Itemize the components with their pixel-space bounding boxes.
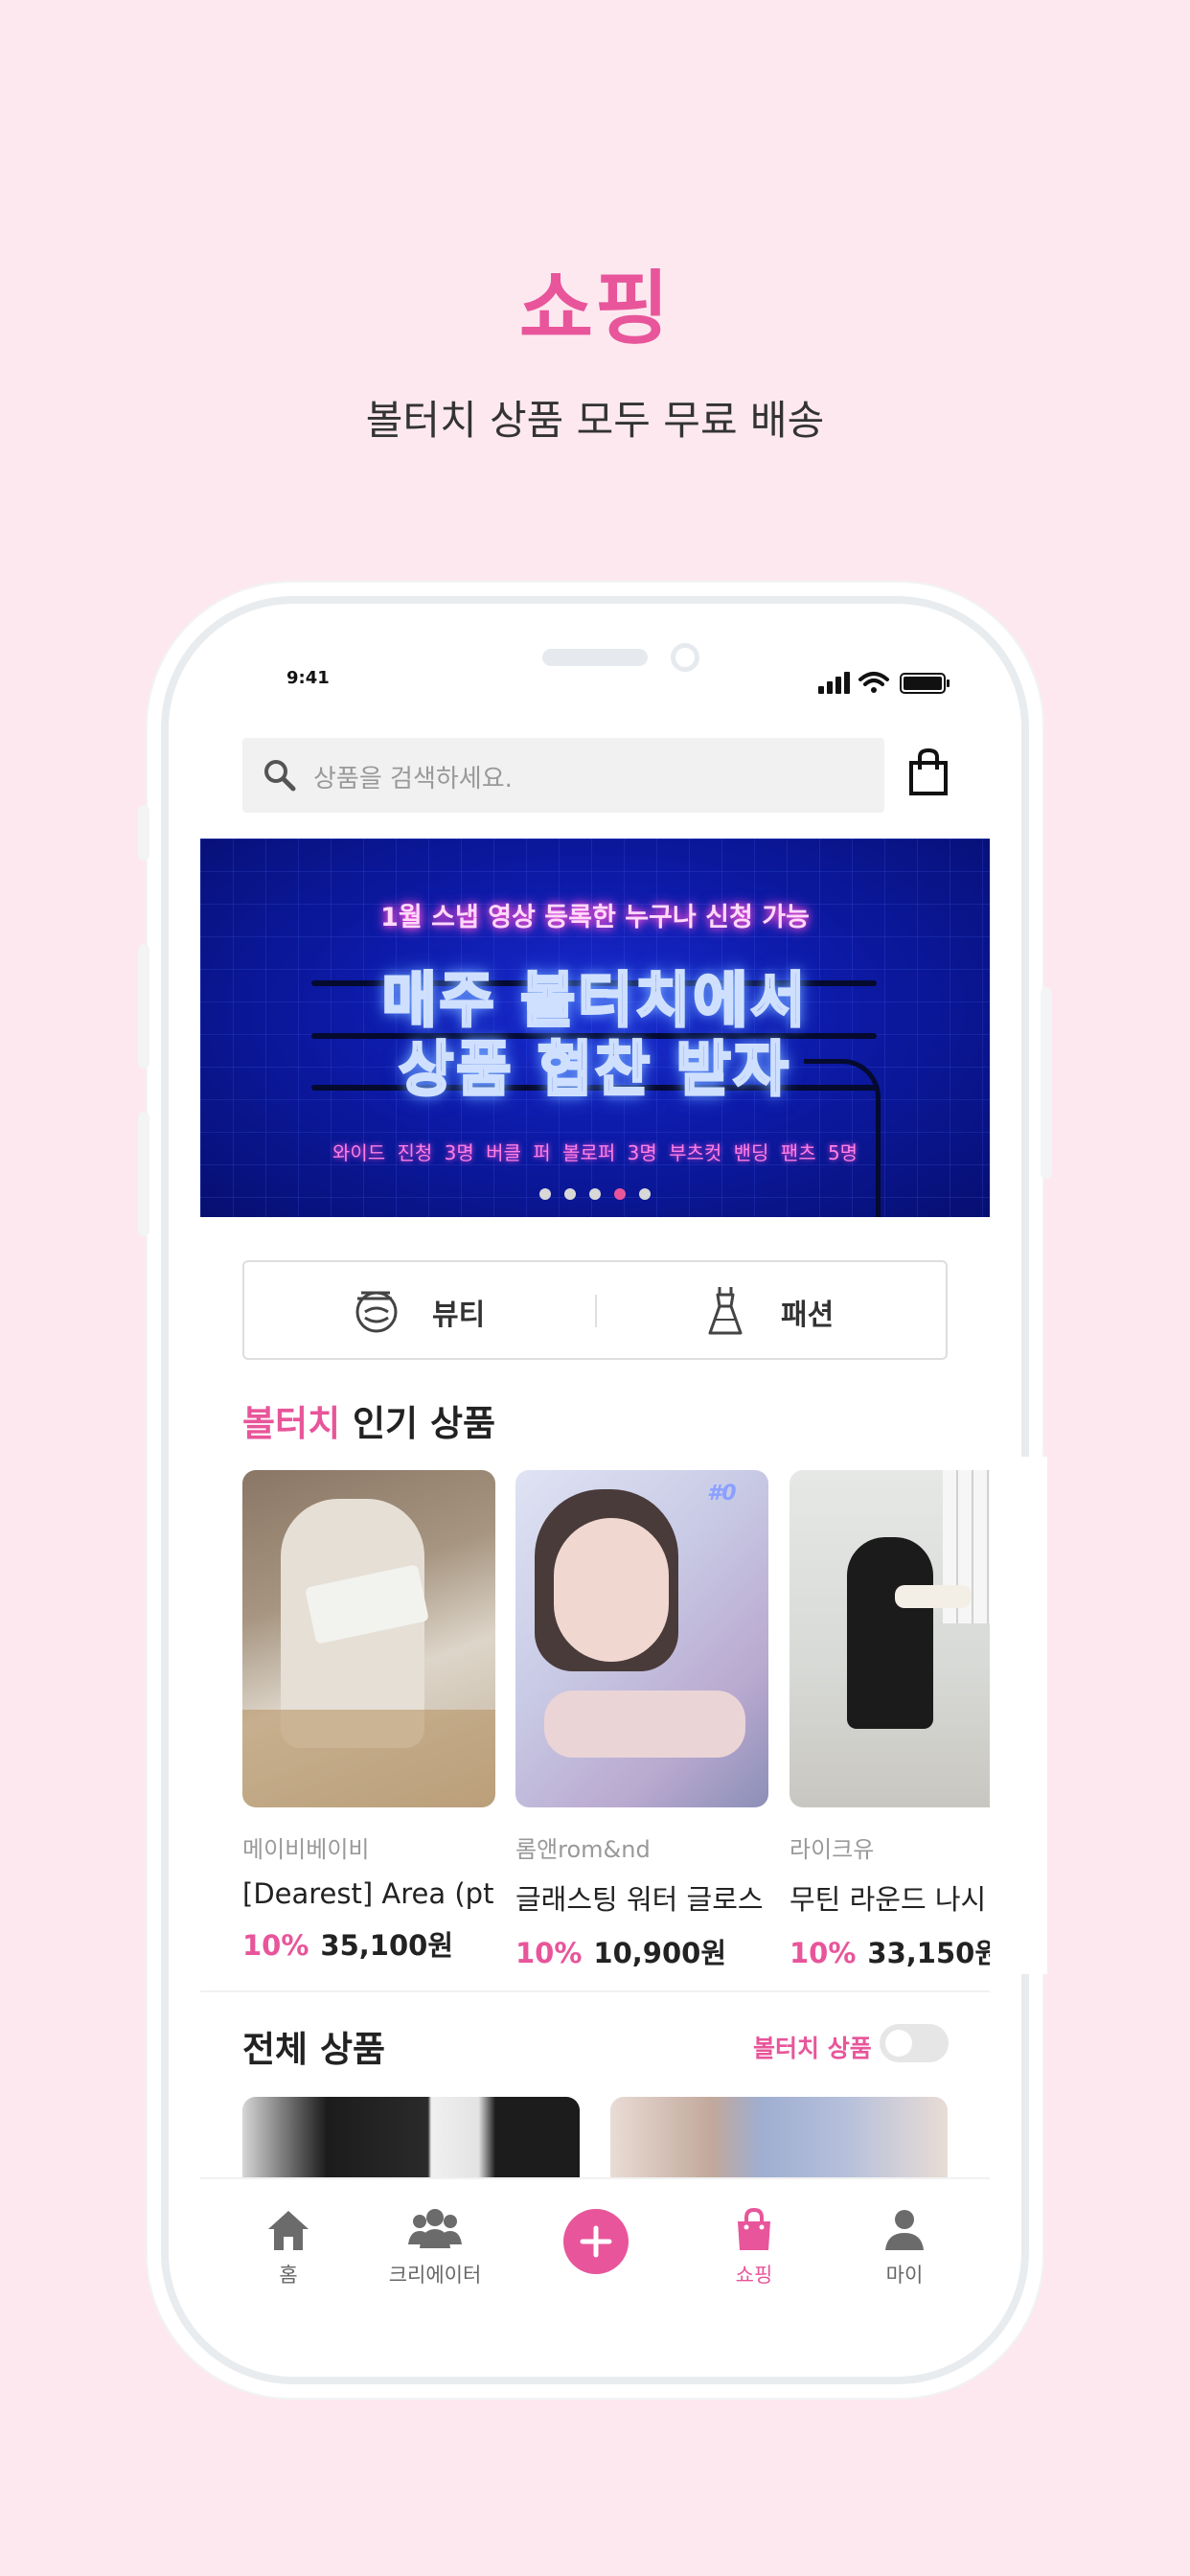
product-price-value: 10,900원 xyxy=(593,1937,727,1969)
product-image-shape xyxy=(895,1585,972,1608)
phone-side-button xyxy=(138,944,149,1069)
search-placeholder: 상품을 검색하세요. xyxy=(313,765,513,794)
phone-camera xyxy=(671,643,699,672)
phone-speaker xyxy=(542,649,648,666)
product-name: [Dearest] Area (pt) xyxy=(242,1877,495,1910)
product-discount: 10% xyxy=(790,1937,857,1969)
banner-headline-2: 상품 협찬 받자 xyxy=(398,1033,791,1106)
banner-pagination xyxy=(200,1185,990,1204)
product-image-shape xyxy=(242,1710,495,1807)
category-fashion[interactable]: 패션 xyxy=(597,1262,948,1358)
carousel-clip xyxy=(990,1457,1047,1974)
product-image: #0 xyxy=(515,1470,768,1807)
tab-my[interactable]: 마이 xyxy=(826,2179,983,2302)
signal-icon xyxy=(818,672,850,694)
search-icon xyxy=(264,760,296,792)
product-price-value: 35,100원 xyxy=(320,1929,454,1962)
beauty-icon xyxy=(355,1291,398,1333)
product-brand: 롬앤rom&nd xyxy=(515,1836,651,1863)
category-selector: 뷰티 패션 xyxy=(242,1260,948,1360)
banner-page-dot[interactable] xyxy=(639,1188,651,1200)
creators-icon xyxy=(408,2209,462,2248)
tab-label: 마이 xyxy=(885,2264,924,2287)
category-beauty-label: 뷰티 xyxy=(432,1299,486,1332)
banner-top-text: 1월 스냅 영상 등록한 누구나 신청 가능 xyxy=(380,903,810,932)
promo-subtitle: 볼터치 상품 모두 무료 배송 xyxy=(365,397,825,444)
toggle-label: 볼터치 상품 xyxy=(753,2035,872,2062)
profile-icon xyxy=(885,2210,924,2250)
add-button[interactable] xyxy=(563,2209,629,2274)
promo-banner[interactable]: 1월 스냅 영상 등록한 누구나 신청 가능 매주 볼터치에서 상품 협찬 받자… xyxy=(200,839,990,1217)
product-price-value: 33,150원 xyxy=(867,1937,1001,1969)
banner-page-dot[interactable] xyxy=(539,1188,551,1200)
tab-shopping[interactable]: 쇼핑 xyxy=(675,2179,833,2302)
product-image-shape xyxy=(544,1690,745,1758)
promo-title: 쇼핑 xyxy=(518,262,672,356)
section-divider xyxy=(200,1990,990,1992)
search-input[interactable]: 상품을 검색하세요. xyxy=(242,738,884,813)
product-image-shape: #0 xyxy=(707,1482,737,1506)
tab-label: 크리에이터 xyxy=(388,2264,482,2287)
phone-side-button xyxy=(1041,987,1052,1179)
product-image xyxy=(242,1470,495,1807)
home-icon xyxy=(268,2211,309,2250)
product-price: 10% 35,100원 xyxy=(242,1923,495,1964)
product-image-shape xyxy=(554,1518,669,1662)
dress-icon xyxy=(708,1287,743,1335)
product-card[interactable]: #0 롬앤rom&nd 글래스팅 워터 글로스 10% 10,900원 xyxy=(515,1470,768,1971)
product-card[interactable]: 메이비베이비 [Dearest] Area (pt) 10% 35,100원 xyxy=(242,1470,495,1964)
banner-page-dot[interactable] xyxy=(564,1188,576,1200)
product-card[interactable] xyxy=(610,2097,948,2177)
phone-side-button xyxy=(138,1112,149,1236)
product-price: 10% 10,900원 xyxy=(515,1931,768,1971)
phone-side-button xyxy=(138,805,149,861)
status-time: 9:41 xyxy=(286,668,330,688)
product-brand: 메이비베이비 xyxy=(242,1836,370,1863)
battery-icon xyxy=(900,673,950,694)
product-discount: 10% xyxy=(242,1929,309,1962)
toggle-knob xyxy=(885,2030,912,2057)
wifi-icon xyxy=(858,672,889,693)
status-icons xyxy=(814,669,960,696)
banner-page-dot[interactable] xyxy=(589,1188,601,1200)
popular-title-accent: 볼터치 xyxy=(242,1403,341,1444)
all-products-title: 전체 상품 xyxy=(242,2029,386,2070)
popular-section-title: 볼터치 인기 상품 xyxy=(242,1394,495,1446)
tab-label: 홈 xyxy=(279,2264,298,2287)
tab-label: 쇼핑 xyxy=(735,2264,773,2287)
category-beauty[interactable]: 뷰티 xyxy=(244,1262,595,1358)
product-name: 글래스팅 워터 글로스 xyxy=(515,1883,764,1916)
plus-icon xyxy=(580,2225,612,2258)
cart-bag-icon[interactable] xyxy=(905,748,951,797)
product-image-shape xyxy=(847,1537,933,1729)
bolltouch-filter-toggle[interactable] xyxy=(880,2024,949,2062)
tab-home[interactable]: 홈 xyxy=(210,2179,367,2302)
popular-title-rest: 인기 상품 xyxy=(340,1403,496,1444)
tab-creators[interactable]: 크리에이터 xyxy=(356,2179,514,2302)
banner-bottom-text: 와이드 진청 3명 버클 퍼 볼로퍼 3명 부츠컷 밴딩 팬츠 5명 xyxy=(332,1141,858,1164)
shopping-bag-icon xyxy=(738,2207,770,2250)
category-fashion-label: 패션 xyxy=(781,1299,835,1332)
banner-page-dot[interactable] xyxy=(614,1188,626,1200)
product-discount: 10% xyxy=(515,1937,583,1969)
product-card[interactable] xyxy=(242,2097,580,2177)
